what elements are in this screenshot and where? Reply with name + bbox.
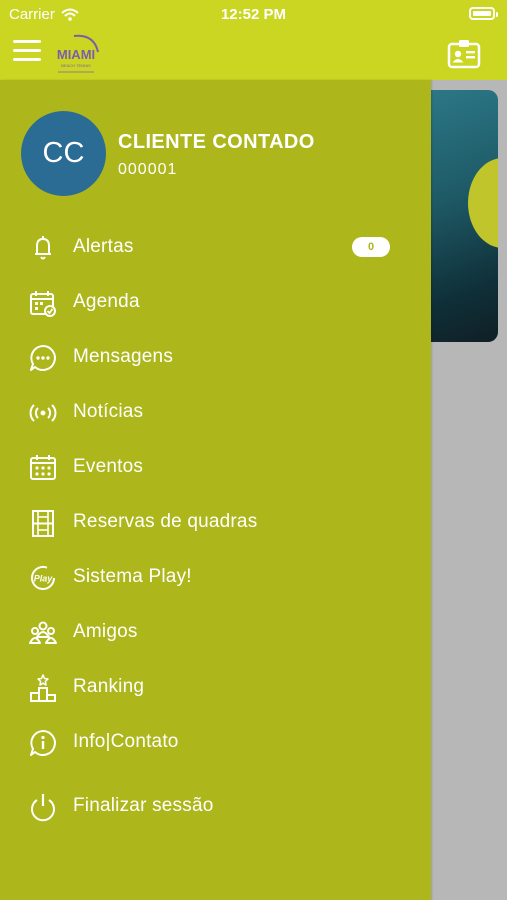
menu-item-label: Amigos (73, 621, 138, 642)
power-icon (28, 792, 58, 822)
battery-icon (469, 7, 498, 20)
menu-item-label: Mensagens (73, 346, 174, 367)
menu-item-reservas[interactable]: Reservas de quadras (0, 500, 431, 544)
member-card-icon[interactable] (447, 39, 481, 69)
menu-item-ranking[interactable]: Ranking (0, 665, 431, 709)
menu-item-label: Notícias (73, 401, 144, 422)
hamburger-menu-button[interactable] (13, 40, 41, 62)
menu-item-label: Info|Contato (73, 731, 179, 752)
menu-item-eventos[interactable]: Eventos (0, 445, 431, 489)
chat-bubble-icon (28, 343, 58, 373)
menu-item-label: Ranking (73, 676, 145, 697)
people-icon (28, 618, 58, 648)
menu-item-info-contato[interactable]: Info|Contato (0, 720, 431, 764)
avatar-initials: CC (42, 137, 85, 169)
svg-text:Play: Play (34, 574, 54, 584)
alert-count-badge: 0 (352, 237, 390, 257)
menu-item-agenda[interactable]: Agenda (0, 280, 431, 324)
info-icon (28, 728, 58, 758)
bell-icon (28, 233, 58, 263)
side-drawer: CC CLIENTE CONTADO 000001 Alertas 0 Agen… (0, 80, 431, 900)
menu-item-label: Finalizar sessão (73, 795, 214, 816)
calendar-check-icon (28, 288, 58, 318)
calendar-grid-icon (28, 453, 58, 483)
logo-text: MIAMI (57, 47, 95, 62)
top-navbar: MIAMI BEACH TENNIS (0, 30, 507, 80)
logo-subtext: BEACH TENNIS (61, 63, 91, 68)
user-code: 000001 (118, 161, 178, 178)
avatar[interactable]: CC (21, 111, 106, 196)
status-bar: Carrier 12:52 PM (0, 0, 507, 30)
menu-item-amigos[interactable]: Amigos (0, 610, 431, 654)
status-time: 12:52 PM (220, 6, 287, 23)
menu-item-sistema-play[interactable]: Play Sistema Play! (0, 555, 431, 599)
miami-logo: MIAMI BEACH TENNIS (57, 34, 99, 73)
menu-item-label: Reservas de quadras (73, 511, 258, 532)
menu-item-label: Sistema Play! (73, 566, 192, 587)
user-name: CLIENTE CONTADO (118, 131, 315, 153)
menu-item-alertas[interactable]: Alertas 0 (0, 225, 431, 269)
menu-item-mensagens[interactable]: Mensagens (0, 335, 431, 379)
broadcast-icon (28, 398, 58, 428)
menu-item-label: Eventos (73, 456, 144, 477)
court-icon (28, 508, 58, 538)
podium-icon (28, 673, 58, 703)
menu-item-label: Agenda (73, 291, 140, 312)
play-icon: Play (28, 563, 58, 593)
menu-item-noticias[interactable]: Notícias (0, 390, 431, 434)
logout-button[interactable]: Finalizar sessão (0, 784, 431, 828)
menu-item-label: Alertas (73, 236, 134, 257)
